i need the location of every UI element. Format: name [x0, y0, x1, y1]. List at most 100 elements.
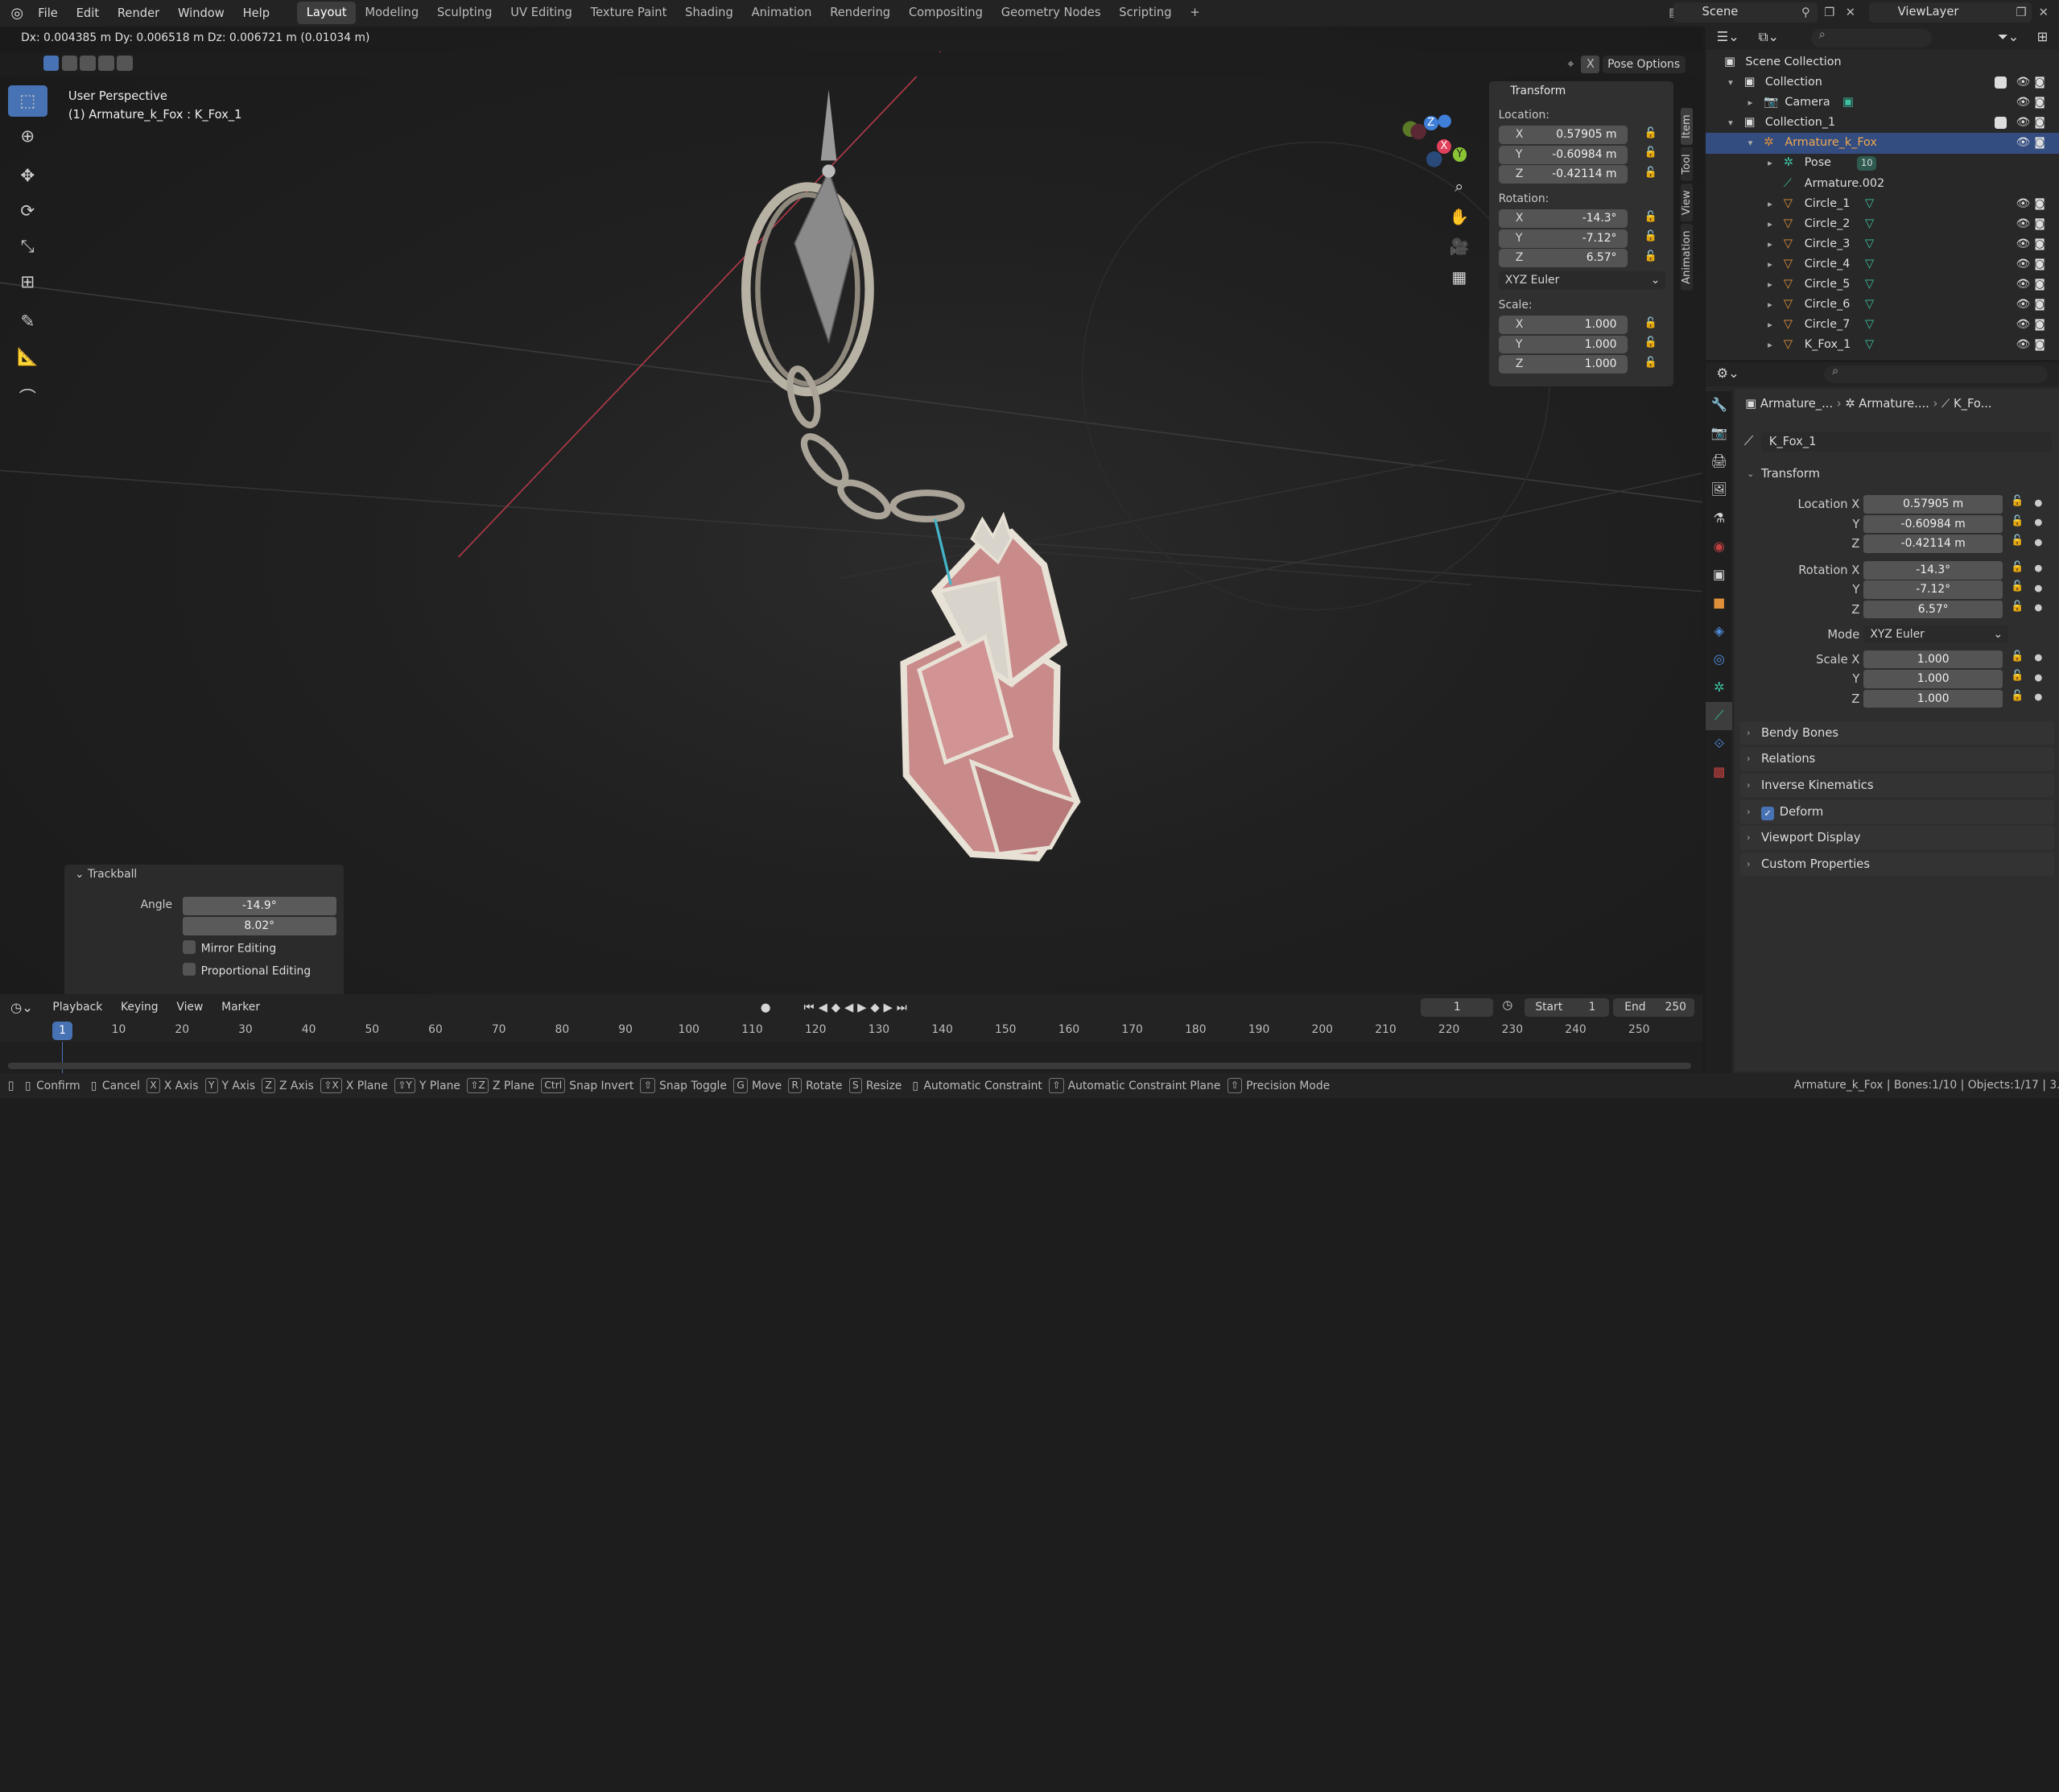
- lock-icon[interactable]: 🔓: [2011, 650, 2024, 663]
- prop-rotation-z-field[interactable]: 6.57°: [1863, 600, 2003, 619]
- disclosure-triangle-icon[interactable]: ▸: [1768, 315, 1772, 334]
- tab-rendering[interactable]: Rendering: [821, 2, 900, 24]
- breadcrumb-armature[interactable]: Armature....: [1859, 397, 1929, 411]
- keyframe-dot-icon[interactable]: ●: [2034, 671, 2042, 683]
- mesh-data-icon[interactable]: ▽: [1865, 335, 1874, 354]
- visibility-eye-icon[interactable]: 👁: [2016, 335, 2030, 354]
- lock-icon[interactable]: 🔓: [1644, 167, 1657, 179]
- disclosure-triangle-icon[interactable]: ▸: [1768, 275, 1772, 294]
- rotate-tool-icon[interactable]: ⟳: [8, 196, 47, 227]
- proportional-editing-checkbox[interactable]: Proportional Editing: [182, 962, 311, 978]
- select-subtract-icon[interactable]: [80, 55, 97, 72]
- outliner-search-input[interactable]: ⌕: [1810, 27, 1933, 47]
- bone-constraint-tab-icon[interactable]: ⟐: [1706, 730, 1732, 758]
- camera-view-icon[interactable]: 🎥: [1445, 237, 1474, 268]
- new-scene-icon[interactable]: ❐: [1820, 4, 1838, 23]
- select-mode-buttons[interactable]: [43, 55, 135, 72]
- tab-geometry-nodes[interactable]: Geometry Nodes: [992, 2, 1110, 24]
- render-camera-icon[interactable]: ◙: [2034, 133, 2045, 152]
- rotation-z-field[interactable]: Z 6.57°: [1498, 249, 1628, 268]
- select-intersect-icon[interactable]: [117, 55, 133, 72]
- zoom-icon[interactable]: ⌕: [1445, 177, 1474, 208]
- properties-search-input[interactable]: ⌕: [1824, 364, 2048, 384]
- 3d-viewport[interactable]: Z X Y Dx: 0.004385 m Dy: 0.006518 m Dz: …: [0, 26, 1702, 995]
- render-camera-icon[interactable]: ◙: [2034, 72, 2045, 92]
- lock-icon[interactable]: 🔓: [2011, 601, 2024, 613]
- bendy-bones-section[interactable]: › Bendy Bones: [1739, 721, 2054, 745]
- exclude-checkbox[interactable]: [1995, 76, 2007, 89]
- location-z-field[interactable]: Z -0.42114 m: [1498, 165, 1628, 184]
- mesh-data-icon[interactable]: ▽: [1865, 194, 1874, 213]
- lock-icon[interactable]: 🔓: [1644, 337, 1657, 349]
- mesh-data-icon[interactable]: ▽: [1865, 275, 1874, 294]
- operator-title[interactable]: ⌄ Trackball: [75, 868, 137, 881]
- timeline-track-area[interactable]: [0, 1041, 1702, 1073]
- lock-icon[interactable]: 🔓: [1644, 357, 1657, 369]
- transform-pivot-icon[interactable]: ⌖: [1562, 56, 1580, 74]
- mesh-data-icon[interactable]: ▽: [1865, 254, 1874, 274]
- gizmo-x-label[interactable]: X: [1436, 138, 1451, 154]
- outliner-row[interactable]: ▣ Scene Collection: [1706, 52, 2059, 72]
- new-view-layer-icon[interactable]: ❐: [2012, 4, 2031, 23]
- disclosure-triangle-icon[interactable]: ▸: [1768, 295, 1772, 314]
- delete-scene-icon[interactable]: ✕: [1842, 4, 1860, 23]
- visibility-eye-icon[interactable]: 👁: [2016, 254, 2030, 274]
- render-camera-icon[interactable]: ◙: [2034, 315, 2045, 334]
- menu-render[interactable]: Render: [108, 6, 168, 20]
- visibility-eye-icon[interactable]: 👁: [2016, 275, 2030, 294]
- tab-tool[interactable]: Tool: [1681, 147, 1694, 181]
- keyframe-dot-icon[interactable]: ●: [2034, 691, 2042, 702]
- visibility-eye-icon[interactable]: 👁: [2016, 113, 2030, 132]
- select-new-icon[interactable]: [43, 55, 60, 72]
- keyframe-dot-icon[interactable]: ●: [2034, 601, 2042, 613]
- move-tool-icon[interactable]: ✥: [8, 160, 47, 192]
- editor-type-icon[interactable]: ☰⌄: [1716, 29, 1739, 44]
- gizmo-y-label[interactable]: Y: [1452, 147, 1467, 162]
- bone-size-tool-icon[interactable]: ⌒: [8, 381, 47, 412]
- npanel-transform-title[interactable]: Transform: [1489, 81, 1673, 101]
- world-tab-icon[interactable]: ◉: [1706, 533, 1732, 561]
- render-camera-icon[interactable]: ◙: [2034, 214, 2045, 233]
- add-workspace-button[interactable]: +: [1181, 2, 1209, 24]
- timeline-ruler[interactable]: 1102030405060708090100110120130140150160…: [0, 1023, 1702, 1042]
- tab-compositing[interactable]: Compositing: [900, 2, 992, 24]
- lock-icon[interactable]: 🔓: [1644, 127, 1657, 139]
- keying-menu[interactable]: Keying: [112, 1001, 167, 1014]
- lock-icon[interactable]: 🔓: [2011, 580, 2024, 593]
- keyframe-dot-icon[interactable]: ●: [2034, 497, 2042, 508]
- lock-icon[interactable]: 🔓: [1644, 250, 1657, 262]
- cursor-tool-icon[interactable]: ⊕: [8, 121, 47, 152]
- timeline-scrollbar[interactable]: [7, 1062, 1692, 1070]
- outliner-row[interactable]: ▾ ✲ Armature_k_Fox 👁 ◙: [1706, 133, 2059, 154]
- prop-scale-z-field[interactable]: 1.000: [1863, 689, 2003, 708]
- texture-tab-icon[interactable]: ▩: [1706, 758, 1732, 787]
- angle-y-field[interactable]: 8.02°: [182, 916, 336, 935]
- render-tab-icon[interactable]: 📷: [1706, 419, 1732, 448]
- disclosure-triangle-icon[interactable]: ▸: [1768, 153, 1772, 172]
- select-tool-icon[interactable]: ⬚: [7, 85, 47, 118]
- current-frame-indicator[interactable]: 1: [52, 1022, 72, 1041]
- prop-scale-x-field[interactable]: 1.000: [1863, 650, 2003, 669]
- visibility-eye-icon[interactable]: 👁: [2016, 295, 2030, 314]
- breadcrumb-bone[interactable]: K_Fo...: [1954, 397, 1992, 411]
- outliner-row[interactable]: ▸ ▽ Circle_5 ▽ 👁 ◙: [1706, 275, 2059, 295]
- disclosure-triangle-icon[interactable]: ▸: [1748, 93, 1753, 112]
- outliner-row[interactable]: ▸ ▽ Circle_7 ▽ 👁 ◙: [1706, 315, 2059, 335]
- tab-modeling[interactable]: Modeling: [356, 2, 428, 24]
- disclosure-triangle-icon[interactable]: ▸: [1768, 335, 1772, 354]
- angle-x-field[interactable]: -14.9°: [182, 897, 336, 916]
- delete-view-layer-icon[interactable]: ✕: [2034, 4, 2053, 23]
- outliner-row[interactable]: ▸ ▽ Circle_6 ▽ 👁 ◙: [1706, 295, 2059, 315]
- outliner-row[interactable]: ▸ ▽ K_Fox_1 ▽ 👁 ◙: [1706, 335, 2059, 355]
- prop-rotation-mode-select[interactable]: XYZ Euler ⌄: [1863, 625, 2008, 644]
- mesh-data-icon[interactable]: ▽: [1865, 214, 1874, 233]
- collection-tab-icon[interactable]: ▣: [1706, 561, 1732, 589]
- lock-icon[interactable]: 🔓: [2011, 561, 2024, 573]
- current-frame-field[interactable]: 1: [1421, 998, 1494, 1017]
- prop-location-y-field[interactable]: -0.60984 m: [1863, 514, 2003, 534]
- new-collection-icon[interactable]: ⊞: [2037, 29, 2049, 44]
- rotation-mode-select[interactable]: XYZ Euler ⌄: [1498, 271, 1665, 290]
- outliner-row[interactable]: ▸ ▽ Circle_3 ▽ 👁 ◙: [1706, 234, 2059, 254]
- lock-icon[interactable]: 🔓: [2011, 495, 2024, 507]
- lock-icon[interactable]: 🔓: [1644, 230, 1657, 242]
